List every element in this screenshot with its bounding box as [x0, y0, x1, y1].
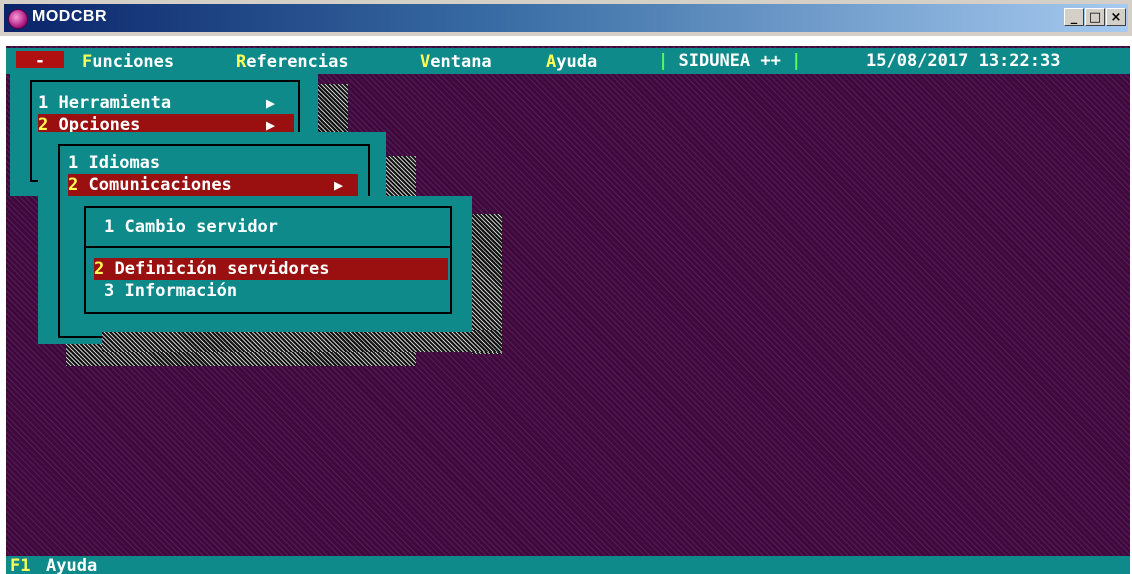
title-bar: MODCBR _ □ ×: [0, 0, 1132, 36]
app-icon: [8, 9, 28, 29]
menu3-item-label: Cambio servidor: [124, 217, 279, 237]
status-bar: F1 Ayuda: [6, 556, 1130, 574]
menu-ayuda-label: yuda: [556, 52, 598, 72]
menu-ventana-label: entana: [430, 52, 492, 72]
help-label: Ayuda: [46, 556, 98, 574]
separator-left: |: [658, 51, 669, 71]
menu-ayuda-hotkey: A: [546, 52, 557, 72]
close-button[interactable]: ×: [1106, 8, 1126, 26]
menu3-separator: [86, 246, 450, 248]
app-name: SIDUNEA ++: [678, 51, 781, 71]
terminal-area: - Funciones Referencias Ventana Ayuda | …: [6, 46, 1130, 574]
app-window: MODCBR _ □ × - Funciones Referencias Ven…: [0, 0, 1132, 574]
menu3-shadow-bottom: [102, 330, 502, 352]
menu1-item-herramienta[interactable]: 1 Herramienta: [38, 92, 294, 114]
menu3-item-num: 1: [104, 217, 115, 237]
submenu-arrow-icon: ▶: [266, 94, 276, 112]
menu2-item-label: Idiomas: [88, 153, 161, 173]
menu3-item-cambio-servidor[interactable]: 1 Cambio servidor: [104, 216, 444, 238]
menu3-item-num: 2: [94, 259, 105, 279]
submenu-arrow-icon: ▶: [334, 176, 344, 194]
menu-ventana-hotkey: V: [420, 52, 431, 72]
menu1-item-num: 1: [38, 93, 49, 113]
help-key[interactable]: F1: [10, 556, 30, 574]
menu3-panel: 1 Cambio servidor 2 Definición servidore…: [64, 196, 472, 332]
menu-ventana[interactable]: Ventana: [420, 52, 492, 72]
menu1-item-label: Herramienta: [58, 93, 172, 113]
datetime-display: 15/08/2017 13:22:33: [866, 51, 1061, 71]
app-name-indicator: | SIDUNEA ++ |: [658, 51, 801, 71]
menu2-item-num: 2: [68, 175, 79, 195]
menu3-item-label: Información: [124, 281, 238, 301]
menu2-item-comunicaciones[interactable]: 2 Comunicaciones: [68, 174, 358, 196]
menu2-item-idiomas[interactable]: 1 Idiomas: [68, 152, 358, 174]
maximize-button[interactable]: □: [1085, 8, 1105, 26]
menu2-item-num: 1: [68, 153, 79, 173]
window-title: MODCBR: [32, 8, 107, 25]
separator-right: |: [791, 51, 802, 71]
menu3-item-informacion[interactable]: 3 Información: [104, 280, 444, 302]
title-bar-gradient: [4, 4, 1128, 32]
minimize-button[interactable]: _: [1064, 8, 1084, 26]
menu-ayuda[interactable]: Ayuda: [546, 52, 597, 72]
menu3-item-label: Definición servidores: [114, 259, 330, 279]
menu3-item-num: 3: [104, 281, 115, 301]
menu2-item-label: Comunicaciones: [88, 175, 232, 195]
menu3-item-definicion-servidores[interactable]: 2 Definición servidores: [94, 258, 448, 280]
